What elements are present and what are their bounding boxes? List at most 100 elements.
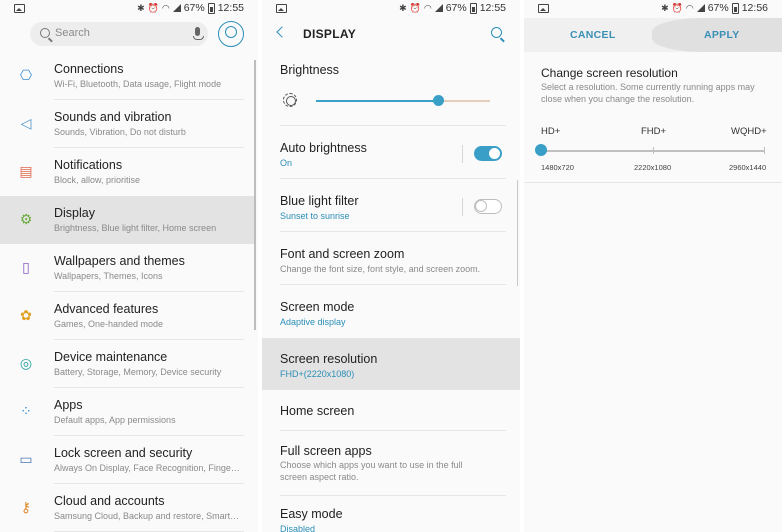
settings-item-device-maintenance[interactable]: ◎ Device maintenance Battery, Storage, Mem… [0,340,254,388]
full-screen-apps-subtitle: Choose which apps you want to use in the… [280,460,463,482]
settings-item-title: Sounds and vibration [54,110,172,124]
gallery-notification-icon [14,4,25,13]
screenshot-composite: ✱ ⏰ ◠ 67% 12:55 Search ⎔ Connections Wi-Fi… [0,0,782,532]
apply-button[interactable]: APPLY [704,29,740,41]
settings-item-apps[interactable]: ⁘ Apps Default apps, App permissions [0,388,254,436]
clock: 12:55 [479,2,506,14]
status-bar: ✱ ⏰ ◠ 67% 12:55 [0,0,258,18]
app-bar: DISPLAY [262,18,520,50]
status-bar: ✱ ⏰ ◠ 67% 12:55 [262,0,520,18]
display-icon: ⚙ [19,211,33,227]
home-screen-row[interactable]: Home screen [262,391,520,431]
blue-light-filter-status: Sunset to sunrise [280,211,350,221]
resolution-level-hd: HD+ [541,126,561,137]
full-screen-apps-row[interactable]: Full screen apps Choose which apps you w… [262,432,520,496]
scrollbar[interactable] [254,60,256,330]
divider [462,145,463,163]
auto-brightness-status: On [280,158,293,168]
font-zoom-title: Font and screen zoom [280,247,405,261]
wallpaper-icon: ▯ [22,259,30,275]
key-icon: ⚷ [20,499,32,515]
toggle-knob [475,200,487,212]
search-icon[interactable] [491,27,502,38]
divider [280,178,506,179]
screen-mode-value: Adaptive display [280,317,346,327]
battery-icon [731,2,739,14]
apps-icon: ⁘ [20,403,32,419]
settings-item-lock-screen-and-security[interactable]: ▭ Lock screen and security Always On Displ… [0,436,254,484]
blue-light-filter-toggle[interactable] [474,199,502,214]
slider-tick [764,147,765,154]
settings-item-title: Advanced features [54,302,159,316]
wifi-icon: ◠ [423,3,432,13]
settings-item-subtitle: Games, One-handed mode [54,319,164,329]
wifi-icon: ◠ [685,3,694,13]
sound-icon: ◁ [20,115,32,131]
brightness-row: Brightness [262,52,520,126]
resolution-panel: ✱ ⏰ ◠ 67% 12:56 CANCEL APPLY Change scre… [524,0,782,532]
screen-resolution-row[interactable]: Screen resolution FHD+(2220x1080) [262,338,520,390]
resolution-level-wqhd: WQHD+ [731,126,767,137]
resolution-slider-thumb[interactable] [535,144,547,156]
settings-item-subtitle: Brightness, Blue light filter, Home scre… [54,223,217,233]
screen-mode-title: Screen mode [280,300,355,314]
settings-item-advanced-features[interactable]: ✿ Advanced features Games, One-handed mode [0,292,254,340]
screen-mode-row[interactable]: Screen mode Adaptive display [262,286,520,338]
bluetooth-icon: ✱ [137,3,145,13]
signal-icon [434,4,443,12]
settings-list: ⎔ Connections Wi-Fi, Bluetooth, Data usage… [0,52,254,532]
settings-item-subtitle: Block, allow, prioritise [54,175,141,185]
clock: 12:56 [741,2,768,14]
page-title: DISPLAY [303,27,357,41]
resolution-slider[interactable] [535,144,765,156]
settings-item-sounds-and-vibration[interactable]: ◁ Sounds and vibration Sounds, Vibration, … [0,100,254,148]
brightness-slider[interactable] [316,95,490,106]
bluetooth-icon: ✱ [661,3,669,13]
alarm-icon: ⏰ [409,3,421,13]
cancel-button[interactable]: CANCEL [570,29,616,41]
wifi-icon: ◠ [161,3,170,13]
settings-item-title: Device maintenance [54,350,168,364]
microphone-icon[interactable] [193,27,204,40]
back-icon[interactable] [276,26,288,38]
resolution-value-fhd: 2220x1080 [634,163,672,172]
maintenance-icon: ◎ [19,355,33,371]
lock-icon: ▭ [19,451,33,467]
settings-item-notifications[interactable]: ▤ Notifications Block, allow, prioritise [0,148,254,196]
font-zoom-row[interactable]: Font and screen zoom Change the font siz… [262,233,520,285]
avatar-icon [225,26,237,38]
home-screen-title: Home screen [280,404,355,418]
brightness-icon [283,93,297,107]
brightness-slider-thumb[interactable] [433,95,444,106]
signal-icon [172,4,181,12]
search-input[interactable]: Search [30,22,208,46]
settings-item-subtitle: Battery, Storage, Memory, Device securit… [54,367,222,377]
screen-resolution-value: FHD+(2220x1080) [280,369,355,379]
settings-item-subtitle: Wi-Fi, Bluetooth, Data usage, Flight mod… [54,79,222,89]
divider [280,495,506,496]
settings-item-wallpapers-and-themes[interactable]: ▯ Wallpapers and themes Wallpapers, Themes… [0,244,254,292]
notifications-icon: ▤ [19,163,33,179]
resolution-level-fhd: FHD+ [641,126,667,137]
blue-light-filter-row[interactable]: Blue light filter Sunset to sunrise [262,180,520,232]
settings-item-title: Wallpapers and themes [54,254,185,268]
battery-percent: 67% [183,2,205,14]
brightness-slider-fill [316,100,438,102]
settings-item-display[interactable]: ⚙ Display Brightness, Blue light filter, H… [0,196,254,244]
easy-mode-title: Easy mode [280,507,343,521]
settings-item-subtitle: Sounds, Vibration, Do not disturb [54,127,186,137]
auto-brightness-toggle[interactable] [474,146,502,161]
settings-item-title: Cloud and accounts [54,494,165,508]
settings-item-connections[interactable]: ⎔ Connections Wi-Fi, Bluetooth, Data usage… [0,52,254,100]
divider [280,231,506,232]
easy-mode-row[interactable]: Easy mode Disabled [262,497,520,532]
search-placeholder: Search [55,27,90,39]
resolution-value-hd: 1480x720 [541,163,574,172]
settings-item-cloud-and-accounts[interactable]: ⚷ Cloud and accounts Samsung Cloud, Backup… [0,484,254,532]
brightness-label: Brightness [280,63,340,77]
profile-button[interactable] [218,21,244,47]
signal-icon [696,4,705,12]
bluetooth-icon: ✱ [399,3,407,13]
battery-percent: 67% [707,2,729,14]
auto-brightness-row[interactable]: Auto brightness On [262,127,520,179]
